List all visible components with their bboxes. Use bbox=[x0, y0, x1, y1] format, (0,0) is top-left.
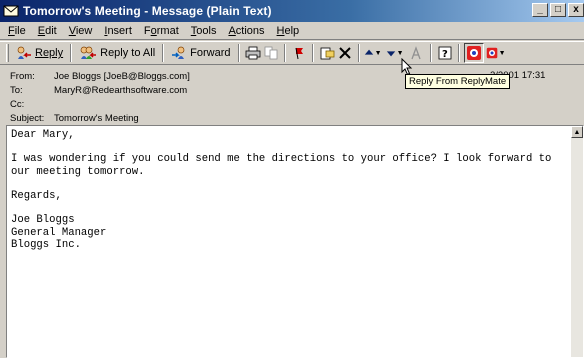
menu-actions[interactable]: Actions bbox=[222, 25, 270, 37]
toolbar-separator bbox=[429, 44, 432, 62]
menu-bar: File Edit View Insert Format Tools Actio… bbox=[0, 22, 584, 40]
reply-button[interactable]: Reply bbox=[13, 43, 66, 63]
from-row: From: Joe Bloggs [JoeB@Bloggs.com] bbox=[10, 69, 190, 83]
printer-icon bbox=[245, 46, 260, 60]
cc-label: Cc: bbox=[10, 98, 25, 110]
chevron-down-icon[interactable]: ▼ bbox=[397, 50, 404, 57]
toolbar-separator bbox=[283, 44, 286, 62]
reply-all-button[interactable]: Reply to All bbox=[76, 43, 158, 63]
toolbar-separator bbox=[457, 44, 460, 62]
svg-text:?: ? bbox=[442, 49, 448, 60]
menu-edit[interactable]: Edit bbox=[32, 25, 63, 37]
help-button[interactable]: ? bbox=[436, 43, 454, 63]
to-value[interactable]: MaryR@Redearthsoftware.com bbox=[54, 85, 187, 96]
reply-all-label: Reply to All bbox=[100, 47, 156, 59]
maximize-button[interactable]: □ bbox=[550, 3, 566, 17]
menu-view[interactable]: View bbox=[63, 25, 99, 37]
toolbar-separator bbox=[311, 44, 314, 62]
forward-button[interactable]: Forward bbox=[168, 43, 233, 63]
replymate-icon bbox=[466, 46, 481, 60]
subject-value[interactable]: Tomorrow's Meeting bbox=[54, 113, 139, 124]
toolbar-grip[interactable] bbox=[6, 44, 9, 62]
close-button[interactable]: x bbox=[568, 3, 584, 17]
to-label: To: bbox=[10, 84, 23, 96]
reply-all-icon bbox=[80, 46, 97, 59]
menu-format[interactable]: Format bbox=[138, 25, 185, 37]
toolbar-separator bbox=[162, 44, 165, 62]
chevron-down-icon[interactable]: ▼ bbox=[375, 50, 382, 57]
subject-label: Subject: bbox=[10, 112, 45, 124]
copy-button[interactable] bbox=[262, 43, 280, 63]
reply-label: Reply bbox=[35, 47, 64, 59]
move-to-folder-button[interactable] bbox=[318, 43, 336, 63]
help-icon: ? bbox=[438, 46, 451, 60]
delete-icon bbox=[338, 47, 351, 59]
delete-button[interactable] bbox=[336, 43, 354, 63]
subject-row: Subject: Tomorrow's Meeting bbox=[10, 111, 139, 125]
toolbar-separator bbox=[237, 44, 240, 62]
scroll-up-button[interactable]: ▲ bbox=[571, 126, 583, 138]
tooltip: Reply From ReplyMate bbox=[405, 74, 511, 89]
toolbar-separator bbox=[70, 44, 73, 62]
down-arrow-icon bbox=[386, 51, 395, 57]
from-value[interactable]: Joe Bloggs [JoeB@Bloggs.com] bbox=[54, 71, 190, 82]
reply-icon bbox=[17, 46, 31, 59]
previous-item-button[interactable]: ▼ bbox=[364, 43, 382, 63]
toolbar-separator bbox=[357, 44, 360, 62]
toolbar: Reply Reply to All Forward ▼ ▼ ? ▼ bbox=[0, 41, 584, 65]
menu-insert[interactable]: Insert bbox=[98, 25, 138, 37]
cc-row: Cc: bbox=[10, 97, 54, 111]
copy-icon bbox=[264, 46, 277, 60]
menu-tools[interactable]: Tools bbox=[185, 25, 223, 37]
message-body-text[interactable]: Dear Mary, I was wondering if you could … bbox=[7, 126, 583, 251]
flag-icon bbox=[295, 47, 303, 60]
chevron-down-icon[interactable]: ▼ bbox=[499, 50, 506, 57]
to-row: To: MaryR@Redearthsoftware.com bbox=[10, 83, 187, 97]
from-label: From: bbox=[10, 70, 35, 82]
forward-label: Forward bbox=[190, 47, 231, 59]
envelope-icon bbox=[3, 4, 19, 18]
menu-file[interactable]: File bbox=[2, 25, 32, 37]
replymate-reply-button[interactable] bbox=[463, 43, 484, 63]
vertical-scrollbar[interactable]: ▲ bbox=[571, 126, 583, 357]
flag-button[interactable] bbox=[290, 43, 308, 63]
minimize-button[interactable]: _ bbox=[532, 3, 548, 17]
window-title: Tomorrow's Meeting - Message (Plain Text… bbox=[23, 4, 272, 18]
menu-help[interactable]: Help bbox=[271, 25, 306, 37]
replymate-options-button[interactable]: ▼ bbox=[486, 43, 506, 63]
forward-icon bbox=[172, 46, 185, 59]
title-bar: Tomorrow's Meeting - Message (Plain Text… bbox=[0, 0, 584, 22]
move-to-folder-icon bbox=[320, 47, 334, 60]
up-arrow-icon bbox=[364, 49, 373, 55]
replymate-icon bbox=[486, 47, 497, 59]
print-button[interactable] bbox=[244, 43, 262, 63]
mouse-cursor-icon bbox=[401, 58, 413, 76]
message-body[interactable]: Dear Mary, I was wondering if you could … bbox=[6, 125, 584, 358]
